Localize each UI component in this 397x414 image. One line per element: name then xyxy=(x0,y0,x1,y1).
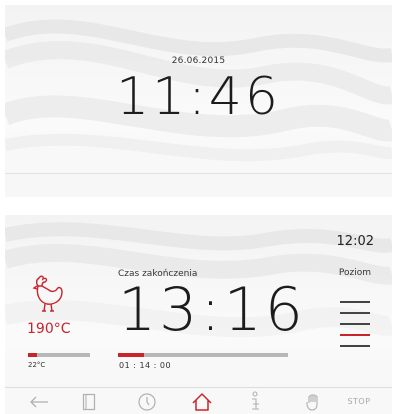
timer-button[interactable] xyxy=(127,388,167,414)
time-progress-fill xyxy=(118,353,144,357)
recipe-book-button[interactable] xyxy=(69,388,109,414)
bottom-nav-bar: STOP xyxy=(5,387,392,414)
end-time-display[interactable]: 13:16 xyxy=(118,275,306,345)
stop-button[interactable]: STOP xyxy=(339,388,379,414)
level-label: Poziom xyxy=(338,268,371,278)
level-4[interactable] xyxy=(340,334,370,336)
level-selector[interactable] xyxy=(340,301,370,356)
back-button[interactable] xyxy=(19,388,59,414)
level-2[interactable] xyxy=(340,312,370,314)
back-arrow-icon xyxy=(30,396,48,407)
chicken-icon[interactable] xyxy=(29,274,67,314)
current-temperature: 22°C xyxy=(28,361,46,369)
date-display: 26.06.2015 xyxy=(171,56,226,66)
info-button[interactable] xyxy=(235,388,275,414)
cooking-screen: 12:02 Poziom 190°C 22°C Czas zakończenia… xyxy=(5,215,392,414)
level-5[interactable] xyxy=(340,345,370,347)
temperature-progress-fill xyxy=(28,353,38,357)
clock-display: 11:46 xyxy=(116,67,281,127)
manual-mode-button[interactable] xyxy=(294,388,334,414)
level-3[interactable] xyxy=(340,323,370,325)
home-icon xyxy=(192,392,212,411)
time-progress-bar xyxy=(118,353,288,357)
clock-screen: 26.06.2015 11:46 xyxy=(5,5,392,197)
book-icon xyxy=(82,393,96,410)
hand-icon xyxy=(306,393,318,411)
current-time: 12:02 xyxy=(336,234,374,249)
bottom-strip xyxy=(5,173,392,197)
remaining-time: 01 : 14 : 00 xyxy=(119,361,172,370)
temperature-progress-bar xyxy=(28,353,90,357)
level-1[interactable] xyxy=(340,301,370,303)
home-button[interactable] xyxy=(182,388,222,414)
info-icon xyxy=(252,390,259,410)
set-temperature[interactable]: 190°C xyxy=(27,321,71,337)
stop-label: STOP xyxy=(347,397,371,406)
clock-icon xyxy=(138,392,156,411)
